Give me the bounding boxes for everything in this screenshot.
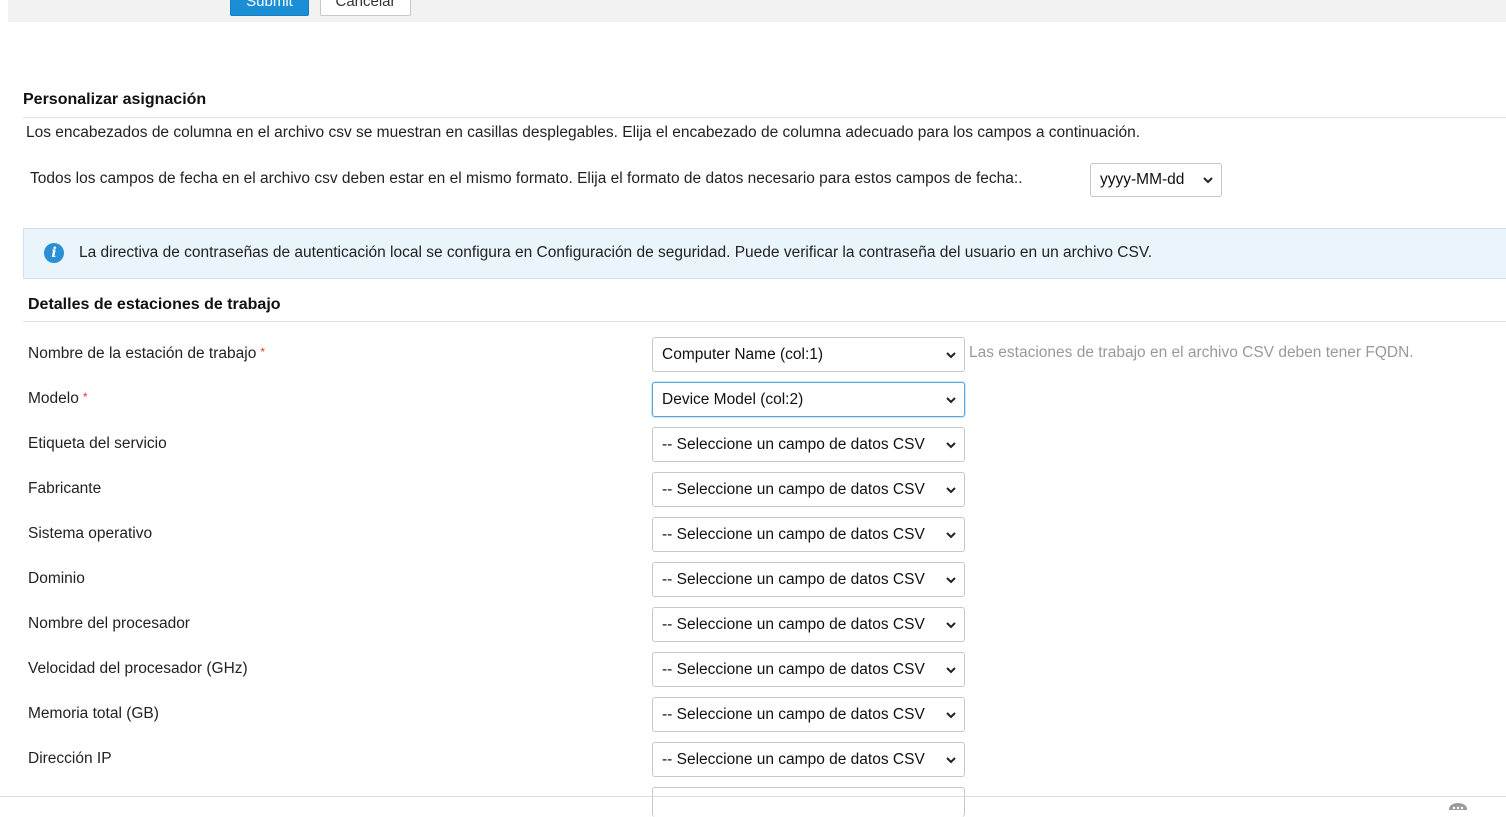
field-label-text: Dirección IP <box>28 750 112 767</box>
chevron-down-icon <box>946 351 956 358</box>
field-select[interactable]: Device Model (col:2) <box>652 382 965 417</box>
chevron-down-icon <box>946 621 956 628</box>
field-select-value: -- Seleccione un campo de datos CSV <box>662 705 925 723</box>
fqdn-hint: Las estaciones de trabajo en el archivo … <box>969 344 1414 361</box>
info-icon: i <box>44 243 64 263</box>
field-select[interactable]: -- Seleccione un campo de datos CSV <box>652 697 965 732</box>
field-label: Etiqueta del servicio <box>28 435 167 453</box>
field-select-value: -- Seleccione un campo de datos CSV <box>662 525 925 543</box>
workstation-section-title: Detalles de estaciones de trabajo <box>28 296 281 313</box>
info-text: La directiva de contraseñas de autentica… <box>79 244 1153 261</box>
field-select-value: -- Seleccione un campo de datos CSV <box>662 435 925 453</box>
field-select-value: -- Seleccione un campo de datos CSV <box>662 570 925 588</box>
field-select[interactable]: -- Seleccione un campo de datos CSV <box>652 562 965 597</box>
field-label-text: Nombre de la estación de trabajo <box>28 345 257 362</box>
field-label-text: Sistema operativo <box>28 525 153 542</box>
field-select[interactable]: -- Seleccione un campo de datos CSV <box>652 742 965 777</box>
mapping-divider <box>23 117 1506 118</box>
field-label: Dominio <box>28 570 85 588</box>
field-label-text: Dominio <box>28 570 85 587</box>
field-select-value: -- Seleccione un campo de datos CSV <box>662 480 925 498</box>
mapping-title: Personalizar asignación <box>23 91 207 108</box>
field-select[interactable]: -- Seleccione un campo de datos CSV <box>652 652 965 687</box>
field-label-text: Etiqueta del servicio <box>28 435 167 452</box>
field-label: Sistema operativo <box>28 525 152 543</box>
field-select[interactable]: -- Seleccione un campo de datos CSV <box>652 607 965 642</box>
field-label-text: Modelo <box>28 390 79 407</box>
chevron-down-icon <box>946 756 956 763</box>
workstation-divider <box>23 321 1506 322</box>
date-format-label: Todos los campos de fecha en el archivo … <box>30 170 1023 187</box>
field-label-text: Nombre del procesador <box>28 615 190 632</box>
field-select-value: -- Seleccione un campo de datos CSV <box>662 660 925 678</box>
field-label-text: Velocidad del procesador (GHz) <box>28 660 248 677</box>
field-label-text: Fabricante <box>28 480 102 497</box>
field-select-value: Device Model (col:2) <box>662 390 804 408</box>
field-label: Dirección IP <box>28 750 112 768</box>
field-select-partial[interactable] <box>652 787 965 817</box>
field-select[interactable]: Computer Name (col:1) <box>652 337 965 372</box>
mapping-description: Los encabezados de columna en el archivo… <box>26 124 1141 141</box>
field-select-value: -- Seleccione un campo de datos CSV <box>662 615 925 633</box>
field-label-text: Memoria total (GB) <box>28 705 159 722</box>
chevron-down-icon <box>946 576 956 583</box>
submit-button[interactable]: Submit <box>230 0 309 16</box>
chevron-down-icon <box>946 666 956 673</box>
field-label: Modelo * <box>28 390 88 408</box>
field-select-value: -- Seleccione un campo de datos CSV <box>662 750 925 768</box>
field-select-value: Computer Name (col:1) <box>662 345 824 363</box>
field-select[interactable]: -- Seleccione un campo de datos CSV <box>652 472 965 507</box>
field-label: Nombre de la estación de trabajo * <box>28 345 265 363</box>
field-label: Memoria total (GB) <box>28 705 159 723</box>
field-label: Nombre del procesador <box>28 615 190 633</box>
chevron-down-icon <box>946 441 956 448</box>
info-banner: i La directiva de contraseñas de autenti… <box>23 228 1506 279</box>
chat-icon[interactable] <box>1448 800 1468 810</box>
bottom-divider <box>0 796 1506 797</box>
required-marker: * <box>260 345 266 359</box>
chevron-down-icon <box>946 396 956 403</box>
date-format-value: yyyy-MM-dd <box>1100 171 1185 188</box>
chevron-down-icon <box>1203 177 1213 184</box>
field-select[interactable]: -- Seleccione un campo de datos CSV <box>652 517 965 552</box>
field-select[interactable]: -- Seleccione un campo de datos CSV <box>652 427 965 462</box>
cancel-button[interactable]: Cancelar <box>320 0 411 16</box>
chevron-down-icon <box>946 711 956 718</box>
required-marker: * <box>82 390 88 404</box>
chevron-down-icon <box>946 486 956 493</box>
date-format-select[interactable]: yyyy-MM-dd <box>1090 163 1222 197</box>
chevron-down-icon <box>946 531 956 538</box>
field-label: Velocidad del procesador (GHz) <box>28 660 248 678</box>
field-label: Fabricante <box>28 480 101 498</box>
